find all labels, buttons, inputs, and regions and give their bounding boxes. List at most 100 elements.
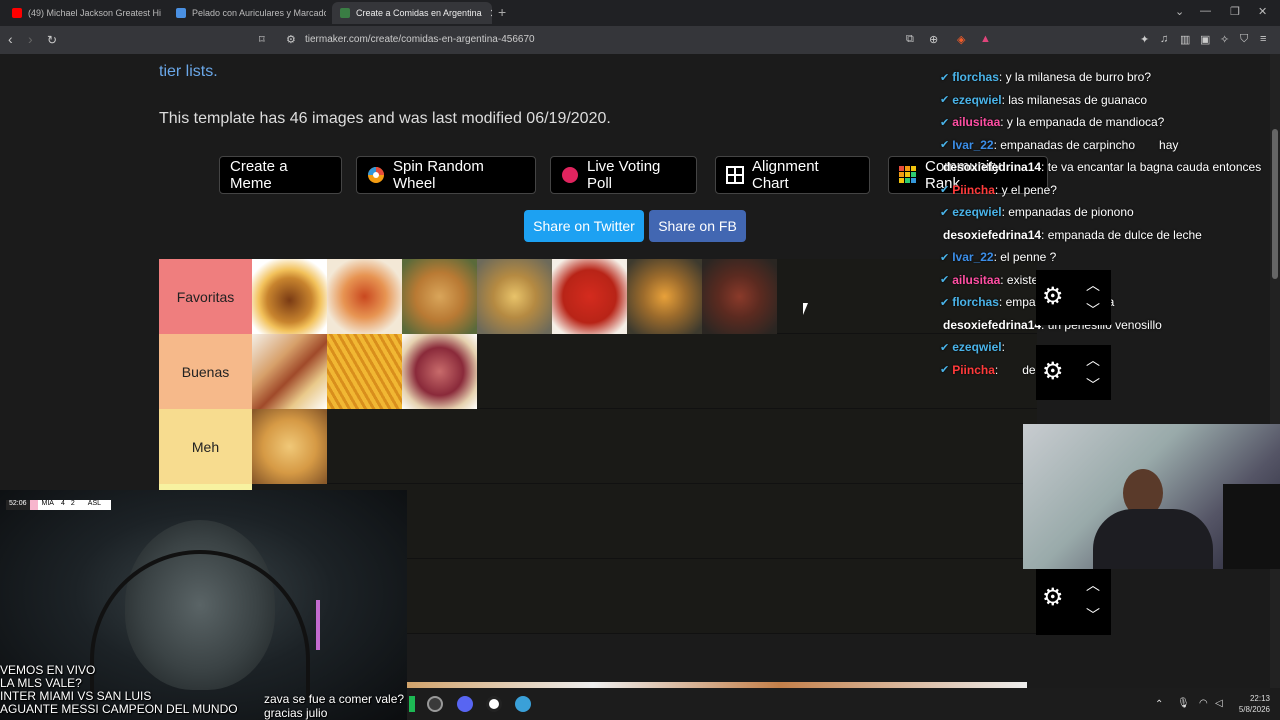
share-fb-button[interactable]: Share on FB	[649, 210, 746, 242]
app-icon[interactable]	[409, 696, 415, 712]
chevron-up-icon[interactable]: ︿	[1086, 575, 1100, 595]
close-window-button[interactable]: ✕	[1258, 5, 1267, 18]
food-ravioles[interactable]	[552, 259, 627, 334]
chevron-down-icon[interactable]: ﹀	[1086, 300, 1100, 320]
scroll-thumb[interactable]	[1272, 129, 1278, 279]
chevron-up-icon[interactable]: ︿	[1086, 275, 1100, 295]
share-twitter-button[interactable]: Share on Twitter	[524, 210, 644, 242]
chat-username[interactable]: florchas	[952, 295, 999, 309]
badge-icon: ✔	[940, 184, 950, 197]
tier-row-meh: Meh	[159, 409, 1037, 484]
new-tab-button[interactable]: +	[498, 4, 506, 20]
food-milanesa[interactable]	[477, 259, 552, 334]
live-voting-button[interactable]: Live Voting Poll	[550, 156, 697, 194]
record-icon	[562, 167, 578, 183]
discord-icon[interactable]	[457, 696, 473, 712]
url-field[interactable]: tiermaker.com/create/comidas-en-argentin…	[305, 34, 535, 45]
back-icon[interactable]: ‹	[8, 31, 13, 47]
menu-icon[interactable]: ≡	[1260, 33, 1266, 45]
wifi-icon[interactable]: ◠	[1199, 698, 1209, 709]
food-papas-fritas[interactable]	[327, 334, 402, 409]
translate-icon[interactable]: ⧉	[906, 33, 914, 46]
gear-icon[interactable]: ⚙	[1042, 357, 1064, 386]
tab-pelado[interactable]: Pelado con Auriculares y Marcador	[168, 2, 326, 24]
chat-message: ✔ Ivar_22: el penne ?	[940, 246, 1270, 269]
clock-time: 22:13	[1249, 694, 1270, 703]
tiermaker-icon	[340, 8, 350, 18]
leo-icon[interactable]: ✧	[1220, 33, 1229, 46]
extensions-icon[interactable]: ✦	[1140, 33, 1149, 46]
tier-row-favoritas: Favoritas	[159, 259, 1037, 334]
chat-username[interactable]: Ivar_22	[952, 138, 993, 152]
tab-youtube[interactable]: (49) Michael Jackson Greatest Hi	[4, 2, 162, 24]
chevron-up-icon[interactable]: ︿	[1086, 350, 1100, 370]
close-icon[interactable]: ✕	[490, 7, 492, 20]
chat-message: ✔ florchas: y la milanesa de burro bro?	[940, 66, 1270, 89]
chat-username[interactable]: Ivar_22	[952, 250, 993, 264]
tab-label: Create a Comidas en Argentina	[356, 8, 482, 18]
zoom-icon[interactable]: ⊕	[929, 33, 938, 46]
chat-username[interactable]: Piincha	[952, 363, 995, 377]
wallet-icon[interactable]: ▣	[1200, 33, 1210, 46]
headphone-light	[316, 600, 320, 650]
chat-username[interactable]: ezeqwiel	[952, 205, 1001, 219]
food-picada[interactable]	[402, 334, 477, 409]
create-meme-button[interactable]: Create a Meme	[219, 156, 342, 194]
gear-icon[interactable]: ⚙	[1042, 583, 1064, 612]
food-pancho[interactable]	[252, 334, 327, 409]
chat-username[interactable]: Piincha	[952, 183, 995, 197]
reload-icon[interactable]: ↻	[47, 33, 57, 47]
chat-username[interactable]: desoxiefedrina14	[943, 318, 1041, 332]
music-icon[interactable]: ♫	[1160, 33, 1168, 45]
gear-icon[interactable]: ⚙	[1042, 282, 1064, 311]
food-asado[interactable]	[702, 259, 777, 334]
food-burger[interactable]	[252, 259, 327, 334]
volume-icon[interactable]: ◁	[1215, 698, 1225, 709]
chat-text: :	[994, 362, 999, 377]
webcam-right	[1023, 424, 1280, 569]
chat-username[interactable]: ezeqwiel	[952, 340, 1001, 354]
page-scrollbar[interactable]	[1270, 54, 1280, 720]
food-medialunas[interactable]	[252, 409, 327, 484]
alignment-chart-button[interactable]: Alignment Chart	[715, 156, 870, 194]
site-info-icon[interactable]: ⚙	[286, 33, 296, 46]
badge-icon: ✔	[940, 94, 950, 107]
rewards-icon[interactable]: ▲	[980, 33, 991, 45]
bookmark-icon[interactable]: ⌑	[259, 33, 265, 46]
microphone-icon[interactable]: 🎙	[1177, 698, 1190, 709]
tier-label[interactable]: Meh	[159, 409, 252, 484]
webcam-left: 52:06 MIA 4 2 ASL VEMOS EN VIVO LA MLS V…	[0, 490, 407, 720]
chevron-down-icon[interactable]: ﹀	[1086, 375, 1100, 395]
brave-shield-icon[interactable]: ◈	[957, 33, 965, 46]
chat-username[interactable]: desoxiefedrina14	[943, 160, 1041, 174]
tier-lists-link[interactable]: tier lists.	[159, 63, 218, 81]
food-lasagna[interactable]	[327, 259, 402, 334]
food-tacos[interactable]	[627, 259, 702, 334]
chat-username[interactable]: florchas	[952, 70, 999, 84]
spin-wheel-button[interactable]: Spin Random Wheel	[356, 156, 536, 194]
chat-username[interactable]: ezeqwiel	[952, 93, 1001, 107]
tier-label[interactable]: Favoritas	[159, 259, 252, 334]
chat-username[interactable]: ailusitaa	[952, 115, 1000, 129]
chevron-up-icon[interactable]: ⌃	[1155, 699, 1165, 710]
restore-button[interactable]: ❐	[1230, 5, 1240, 18]
chat-username[interactable]: desoxiefedrina14	[943, 228, 1041, 242]
vpn-icon[interactable]: ⛉	[1240, 33, 1248, 46]
camera-app-icon[interactable]	[486, 696, 502, 712]
system-clock[interactable]: 22:13 5/8/2026	[1234, 693, 1270, 715]
chat-text: : las milanesas de guanaco	[1001, 92, 1148, 107]
chat-message: ✔ ezeqwiel: empanadas de piononо	[940, 201, 1270, 224]
chat-username[interactable]: ailusitaa	[952, 273, 1000, 287]
globe-icon[interactable]	[515, 696, 531, 712]
overlay-bottom-line: zava se fue a comer vale?	[264, 692, 405, 706]
chevron-down-icon[interactable]: ﹀	[1086, 605, 1100, 625]
obs-icon[interactable]	[427, 696, 443, 712]
tier-label[interactable]: Buenas	[159, 334, 252, 409]
tab-list-icon[interactable]: ⌄	[1175, 5, 1184, 18]
minimize-button[interactable]: —	[1200, 5, 1211, 17]
food-empanadas[interactable]	[402, 259, 477, 334]
forward-icon[interactable]: ›	[28, 31, 33, 47]
tab-tiermaker[interactable]: Create a Comidas en Argentina ✕	[332, 2, 492, 24]
sidebar-icon[interactable]: ▥	[1180, 33, 1190, 46]
control-box: ⚙ ︿ ﹀	[1036, 270, 1111, 325]
